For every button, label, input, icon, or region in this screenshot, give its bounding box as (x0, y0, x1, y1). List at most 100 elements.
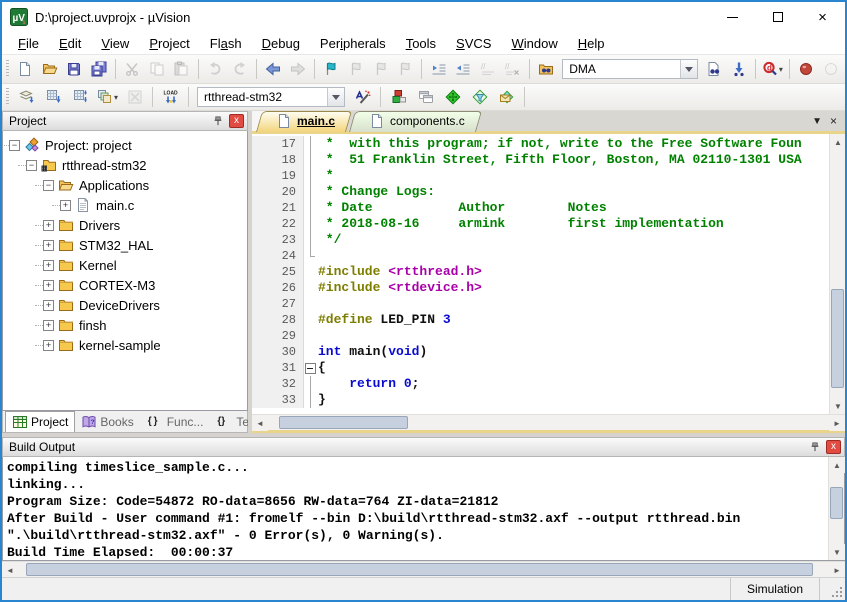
dropdown-arrow-icon[interactable] (327, 88, 344, 106)
expand-icon[interactable]: + (60, 200, 71, 211)
menu-view[interactable]: View (91, 34, 139, 53)
save-button[interactable] (63, 58, 86, 80)
multi-project-workspace-button[interactable] (413, 86, 438, 108)
menu-peripherals[interactable]: Peripherals (310, 34, 396, 53)
indent-button[interactable] (427, 58, 450, 80)
manage-runtime-environment-button[interactable] (440, 86, 465, 108)
tree-item-main-c[interactable]: +main.c (3, 195, 247, 215)
tab-list-dropdown-icon[interactable]: ▼ (812, 116, 822, 127)
toggle-bookmark-button[interactable] (320, 58, 343, 80)
tree-item-rtthread-stm32[interactable]: −rtthread-stm32 (3, 155, 247, 175)
select-software-packs-button[interactable] (467, 86, 492, 108)
translate-file-button[interactable] (14, 86, 39, 108)
expand-icon[interactable]: + (43, 220, 54, 231)
search-combobox[interactable]: DMA (562, 59, 698, 79)
tree-item-kernel[interactable]: +Kernel (3, 255, 247, 275)
scroll-left-icon[interactable]: ◄ (2, 562, 18, 578)
menu-project[interactable]: Project (139, 34, 199, 53)
open-file-button[interactable] (38, 58, 61, 80)
pin-icon[interactable] (210, 114, 226, 129)
project-tree[interactable]: −Project: project−rtthread-stm32−Applica… (2, 131, 248, 411)
dropdown-arrow-icon[interactable]: ▾ (779, 65, 783, 74)
insert-breakpoint-button[interactable] (795, 58, 818, 80)
tree-item-cortex-m3[interactable]: +CORTEX-M3 (3, 275, 247, 295)
expand-icon[interactable]: + (43, 280, 54, 291)
expand-icon[interactable]: + (43, 300, 54, 311)
batch-build-button[interactable]: ▾ (95, 86, 120, 108)
close-document-icon[interactable]: × (830, 114, 837, 128)
scrollbar-thumb[interactable] (26, 563, 813, 576)
toolbar-grip[interactable] (6, 88, 9, 106)
scroll-right-icon[interactable]: ► (829, 562, 845, 578)
resize-grip[interactable] (819, 578, 845, 600)
expand-icon[interactable]: + (43, 320, 54, 331)
dropdown-arrow-icon[interactable]: ▾ (114, 93, 118, 102)
manage-project-items-button[interactable] (386, 86, 411, 108)
menu-window[interactable]: Window (501, 34, 567, 53)
expand-icon[interactable]: + (43, 260, 54, 271)
tree-item-drivers[interactable]: +Drivers (3, 215, 247, 235)
menu-svcs[interactable]: SVCS (446, 34, 501, 53)
scrollbar-thumb[interactable] (279, 416, 408, 429)
menu-debug[interactable]: Debug (252, 34, 310, 53)
menu-file[interactable]: File (8, 34, 49, 53)
target-select-combobox[interactable]: rtthread-stm32 (197, 87, 345, 107)
panel-tab-project[interactable]: Project (5, 411, 75, 432)
download-to-flash-button[interactable]: LOAD (158, 86, 183, 108)
menu-tools[interactable]: Tools (396, 34, 446, 53)
rebuild-target-button[interactable] (68, 86, 93, 108)
find-in-files-button[interactable] (535, 58, 558, 80)
fold-margin[interactable] (304, 360, 318, 376)
new-file-button[interactable] (14, 58, 37, 80)
collapse-icon[interactable]: − (9, 140, 20, 151)
start-debug-session-button[interactable]: d▾ (761, 58, 784, 80)
collapse-icon[interactable]: − (26, 160, 37, 171)
close-button[interactable]: × (800, 2, 845, 32)
editor-horizontal-scrollbar[interactable]: ◄ ► (252, 414, 845, 430)
tree-item-project-project[interactable]: −Project: project (3, 135, 247, 155)
minimize-button[interactable] (710, 2, 755, 32)
uvision-app-icon[interactable]: µVs (10, 8, 28, 26)
scroll-up-icon[interactable]: ▲ (830, 134, 846, 150)
tree-item-stm32-hal[interactable]: +STM32_HAL (3, 235, 247, 255)
pin-icon[interactable] (807, 440, 823, 455)
close-panel-icon[interactable]: x (826, 440, 841, 454)
incremental-find-button[interactable] (728, 58, 751, 80)
tree-item-applications[interactable]: −Applications (3, 175, 247, 195)
expand-icon[interactable]: + (43, 240, 54, 251)
build-vertical-scrollbar[interactable]: ▲ ▼ (828, 457, 844, 560)
find-button[interactable] (703, 58, 726, 80)
editor-tab-main-c[interactable]: main.c (266, 111, 349, 131)
scroll-down-icon[interactable]: ▼ (829, 544, 845, 560)
panel-tab-func[interactable]: { }Func... (142, 411, 210, 432)
collapse-icon[interactable]: − (43, 180, 54, 191)
menu-flash[interactable]: Flash (200, 34, 252, 53)
scrollbar-thumb[interactable] (830, 487, 843, 519)
editor-vertical-scrollbar[interactable]: ▲ ▼ (829, 134, 845, 414)
pack-installer-button[interactable] (494, 86, 519, 108)
save-all-button[interactable] (87, 58, 110, 80)
menu-help[interactable]: Help (568, 34, 615, 53)
expand-icon[interactable]: + (43, 340, 54, 351)
scroll-down-icon[interactable]: ▼ (830, 398, 846, 414)
toolbar-grip[interactable] (6, 60, 9, 78)
code-editor[interactable]: 17 * with this program; if not, write to… (252, 134, 829, 414)
tree-item-finsh[interactable]: +finsh (3, 315, 247, 335)
options-for-target-button[interactable] (350, 86, 375, 108)
navigate-back-button[interactable] (262, 58, 285, 80)
panel-tab-books[interactable]: ?Books (75, 411, 139, 432)
title-bar[interactable]: µVs D:\project.uvprojx - µVision × (2, 2, 845, 32)
menu-edit[interactable]: Edit (49, 34, 91, 53)
tree-item-kernel-sample[interactable]: +kernel-sample (3, 335, 247, 355)
scroll-left-icon[interactable]: ◄ (252, 415, 268, 431)
close-panel-icon[interactable]: x (229, 114, 244, 128)
scrollbar-thumb[interactable] (831, 289, 844, 388)
editor-tab-components-c[interactable]: components.c (359, 111, 479, 131)
scroll-up-icon[interactable]: ▲ (829, 457, 845, 473)
build-target-button[interactable] (41, 86, 66, 108)
build-output-log[interactable]: compiling timeslice_sample.c...linking..… (3, 457, 828, 560)
outdent-button[interactable] (452, 58, 475, 80)
scroll-right-icon[interactable]: ► (829, 415, 845, 431)
maximize-button[interactable] (755, 2, 800, 32)
build-horizontal-scrollbar[interactable]: ◄ ► (2, 561, 845, 577)
